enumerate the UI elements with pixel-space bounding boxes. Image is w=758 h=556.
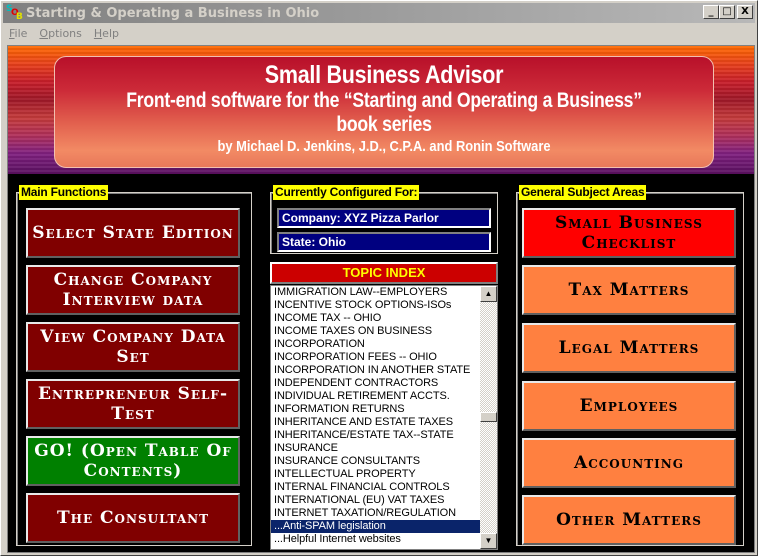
main-functions-panel: Main Functions Select State Edition Chan… (16, 185, 252, 546)
icon-letter-b: B (16, 12, 23, 22)
close-button[interactable]: X (737, 5, 753, 19)
topic-list-item[interactable]: INTELLECTUAL PROPERTY (271, 468, 480, 481)
employees-button[interactable]: Employees (522, 381, 736, 431)
other-matters-button[interactable]: Other Matters (522, 495, 736, 545)
tax-matters-button[interactable]: Tax Matters (522, 265, 736, 315)
scroll-up-icon[interactable]: ▲ (480, 286, 497, 302)
menu-file-label: ile (14, 26, 28, 40)
banner-title: Small Business Advisor (264, 61, 504, 89)
topic-list-item[interactable]: INCORPORATION FEES -- OHIO (271, 351, 480, 364)
configured-for-panel: Currently Configured For: Company: XYZ P… (270, 185, 498, 254)
entrepreneur-self-test-button[interactable]: Entrepreneur Self-Test (26, 379, 240, 429)
state-field: State: Ohio (277, 232, 491, 252)
menu-options[interactable]: Options (33, 27, 87, 40)
the-consultant-button[interactable]: The Consultant (26, 493, 240, 543)
topic-list-item[interactable]: INDEPENDENT CONTRACTORS (271, 377, 480, 390)
topic-list-item[interactable]: INHERITANCE AND ESTATE TAXES (271, 416, 480, 429)
topic-list-item[interactable]: INFORMATION RETURNS (271, 403, 480, 416)
company-field: Company: XYZ Pizza Parlor (277, 208, 491, 228)
topic-items: IMMIGRATION LAW--EMPLOYERS INCENTIVE STOC… (271, 286, 480, 546)
menu-file[interactable]: File (3, 27, 33, 40)
banner-box: Small Business Advisor Front-end softwar… (54, 56, 714, 168)
topic-list-item[interactable]: INCORPORATION IN ANOTHER STATE (271, 364, 480, 377)
topic-list-item[interactable]: INTERNET TAXATION/REGULATION (271, 507, 480, 520)
main-functions-label: Main Functions (19, 185, 109, 200)
topic-list-item[interactable]: ...Anti-SPAM legislation (271, 520, 480, 533)
topic-list-item[interactable]: INCENTIVE STOCK OPTIONS-ISOs (271, 299, 480, 312)
topic-list-item[interactable]: IMMIGRATION LAW--EMPLOYERS (271, 286, 480, 299)
menu-options-label: ptions (48, 26, 82, 40)
go-open-toc-button[interactable]: GO! (Open Table Of Contents) (26, 436, 240, 486)
topic-list-item[interactable]: INCORPORATION (271, 338, 480, 351)
accounting-button[interactable]: Accounting (522, 438, 736, 488)
topic-list-item[interactable]: INCOME TAXES ON BUSINESS (271, 325, 480, 338)
menu-bar: File Options Help (3, 24, 125, 42)
topic-list-item[interactable]: INDIVIDUAL RETIREMENT ACCTS. (271, 390, 480, 403)
window-title: Starting & Operating a Business in Ohio (26, 5, 320, 21)
menu-options-accel: O (39, 26, 49, 40)
topic-list-item[interactable]: INTERNATIONAL (EU) VAT TAXES (271, 494, 480, 507)
banner-subtitle-2: book series (336, 113, 432, 136)
menu-help-label: elp (102, 26, 119, 40)
topic-scrollbar[interactable]: ▲ ▼ (480, 286, 497, 549)
legal-matters-button[interactable]: Legal Matters (522, 323, 736, 373)
banner: Small Business Advisor Front-end softwar… (8, 46, 754, 174)
subject-areas-label: General Subject Areas (519, 185, 647, 200)
banner-byline: by Michael D. Jenkins, J.D., C.P.A. and … (217, 138, 551, 155)
menu-help[interactable]: Help (88, 27, 125, 40)
topic-list-item[interactable]: INHERITANCE/ESTATE TAX--STATE (271, 429, 480, 442)
topic-list-item[interactable]: INSURANCE CONSULTANTS (271, 455, 480, 468)
app-window: S O B Starting & Operating a Business in… (0, 0, 758, 556)
topic-index-list[interactable]: IMMIGRATION LAW--EMPLOYERS INCENTIVE STOC… (270, 285, 498, 550)
banner-subtitle-1: Front-end software for the “Starting and… (126, 89, 642, 112)
change-company-interview-button[interactable]: Change Company Interview data (26, 265, 240, 315)
menu-help-accel: H (93, 26, 103, 40)
small-business-checklist-button[interactable]: Small Business Checklist (522, 208, 736, 258)
topic-index-header: TOPIC INDEX (270, 262, 498, 284)
configured-for-label: Currently Configured For: (273, 185, 420, 200)
topic-list-item[interactable]: INCOME TAX -- OHIO (271, 312, 480, 325)
title-bar[interactable]: S O B Starting & Operating a Business in… (3, 3, 755, 23)
maximize-button[interactable]: □ (719, 5, 735, 19)
subject-areas-panel: General Subject Areas Small Business Che… (516, 185, 744, 546)
select-state-edition-button[interactable]: Select State Edition (26, 208, 240, 258)
main-content: Small Business Advisor Front-end softwar… (7, 45, 755, 553)
minimize-button[interactable]: _ (703, 5, 719, 19)
view-company-data-button[interactable]: View Company Data Set (26, 322, 240, 372)
topic-list-item[interactable]: ...Helpful Internet websites (271, 533, 480, 546)
app-icon: S O B (5, 4, 23, 22)
topic-list-item[interactable]: INTERNAL FINANCIAL CONTROLS (271, 481, 480, 494)
scroll-thumb[interactable] (480, 412, 497, 422)
scroll-down-icon[interactable]: ▼ (480, 533, 497, 549)
topic-list-item[interactable]: INSURANCE (271, 442, 480, 455)
